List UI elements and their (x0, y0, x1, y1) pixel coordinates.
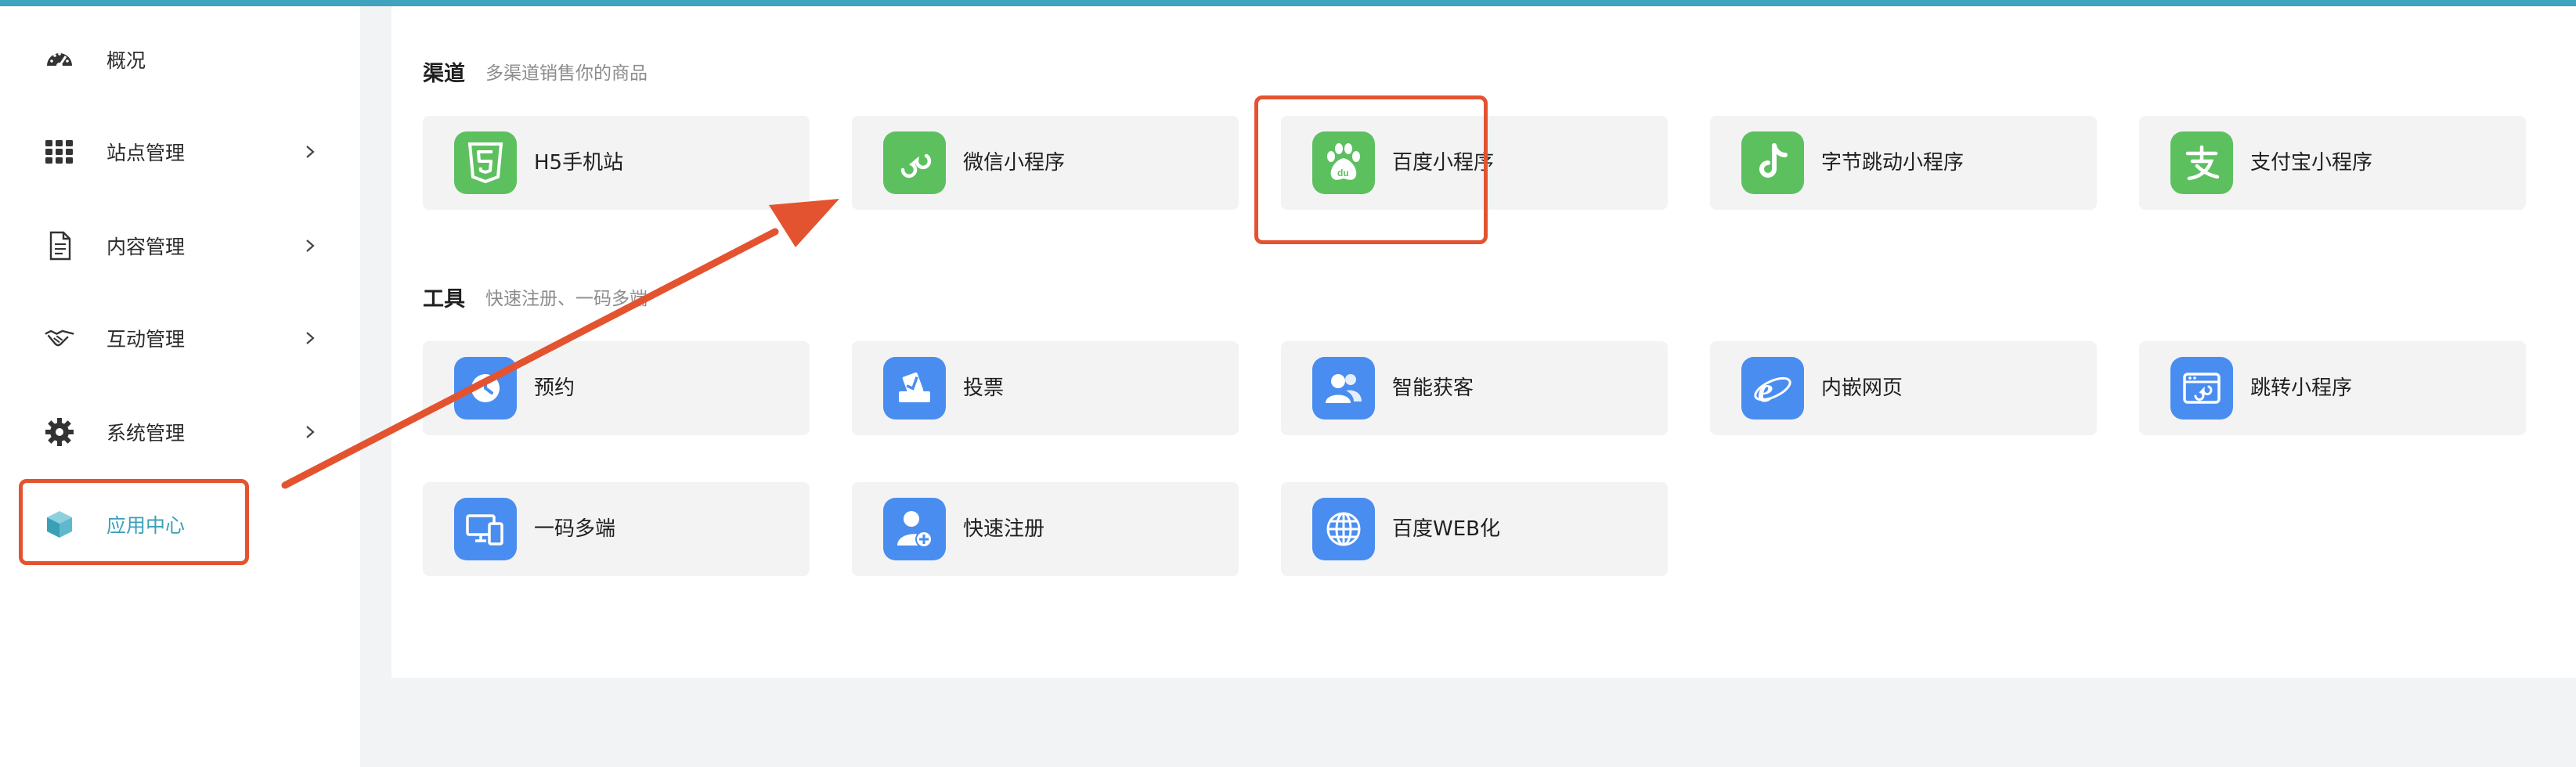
tool-card-label: 智能获客 (1392, 376, 1474, 400)
annotation-box-app-center (19, 479, 249, 565)
alipay-icon (2170, 131, 2233, 194)
tool-card-label: 百度WEB化 (1392, 517, 1500, 541)
channel-card-alipay[interactable]: 支付宝小程序 (2139, 116, 2526, 210)
annotation-box-wechat-miniprogram (1254, 95, 1488, 244)
sidebar-item-label: 概况 (106, 49, 146, 72)
tool-card-label: 一码多端 (534, 517, 616, 541)
channel-card-label: 微信小程序 (963, 151, 1066, 175)
grid-icon (44, 136, 75, 167)
section-title-tools: 工具 (423, 287, 465, 311)
wechat-miniprogram-icon (883, 131, 946, 194)
channel-card-wechat-miniprogram[interactable]: 微信小程序 (852, 116, 1239, 210)
section-subtitle-tools: 快速注册、一码多端 (485, 289, 648, 309)
tool-card-multi-terminal[interactable]: 一码多端 (423, 482, 810, 576)
tool-card-appointment[interactable]: 预约 (423, 341, 810, 435)
tool-card-embedded-webpage[interactable]: e 内嵌网页 (1710, 341, 2097, 435)
globe-icon (1312, 498, 1375, 560)
tool-card-smart-acquisition[interactable]: 智能获客 (1281, 341, 1668, 435)
sidebar-item-content-management[interactable]: 内容管理 (0, 214, 360, 277)
ballot-icon (883, 357, 946, 420)
dashboard-icon (44, 44, 75, 75)
chevron-right-icon (301, 329, 319, 347)
svg-text:e: e (1758, 371, 1773, 409)
sidebar: 概况 站点管理 内容管理 互动管理 系统管理 应用中心 (0, 6, 360, 767)
link-window-icon (2170, 357, 2233, 420)
sidebar-item-site-management[interactable]: 站点管理 (0, 121, 360, 183)
chevron-right-icon (301, 423, 319, 441)
tool-card-quick-register[interactable]: 快速注册 (852, 482, 1239, 576)
top-accent-bar (0, 0, 2576, 6)
section-title-channels: 渠道 (423, 62, 465, 86)
main-panel: 渠道 多渠道销售你的商品 H5手机站 微信小程序 du 百度小程序 字节跳动小程… (391, 6, 2576, 678)
tool-card-label: 跳转小程序 (2250, 376, 2353, 400)
tool-card-label: 快速注册 (963, 517, 1045, 541)
sidebar-item-label: 系统管理 (106, 422, 186, 445)
gear-icon (44, 416, 75, 448)
sidebar-item-system-management[interactable]: 系统管理 (0, 401, 360, 463)
channel-card-label: 字节跳动小程序 (1821, 151, 1964, 175)
tool-card-label: 投票 (963, 376, 1005, 400)
tool-card-label: 内嵌网页 (1821, 376, 1903, 400)
users-icon (1312, 357, 1375, 420)
chevron-right-icon (301, 142, 319, 161)
tool-card-vote[interactable]: 投票 (852, 341, 1239, 435)
user-add-icon (883, 498, 946, 560)
sidebar-item-label: 内容管理 (106, 236, 186, 258)
channel-card-h5[interactable]: H5手机站 (423, 116, 810, 210)
tool-card-baidu-web[interactable]: 百度WEB化 (1281, 482, 1668, 576)
ie-icon: e (1741, 357, 1804, 420)
devices-icon (454, 498, 517, 560)
handshake-icon (44, 322, 75, 354)
clock-icon (454, 357, 517, 420)
channel-card-label: H5手机站 (534, 151, 624, 175)
tool-card-label: 预约 (534, 376, 575, 400)
document-icon (44, 230, 75, 261)
html5-icon (454, 131, 517, 194)
channel-card-label: 支付宝小程序 (2250, 151, 2373, 175)
chevron-right-icon (301, 236, 319, 255)
tiktok-icon (1741, 131, 1804, 194)
sidebar-item-interaction-management[interactable]: 互动管理 (0, 307, 360, 369)
sidebar-item-label: 站点管理 (106, 142, 186, 164)
channel-card-bytedance[interactable]: 字节跳动小程序 (1710, 116, 2097, 210)
sidebar-item-overview[interactable]: 概况 (0, 28, 360, 91)
tool-card-jump-miniprogram[interactable]: 跳转小程序 (2139, 341, 2526, 435)
sidebar-item-label: 互动管理 (106, 328, 186, 351)
section-subtitle-channels: 多渠道销售你的商品 (485, 63, 648, 84)
